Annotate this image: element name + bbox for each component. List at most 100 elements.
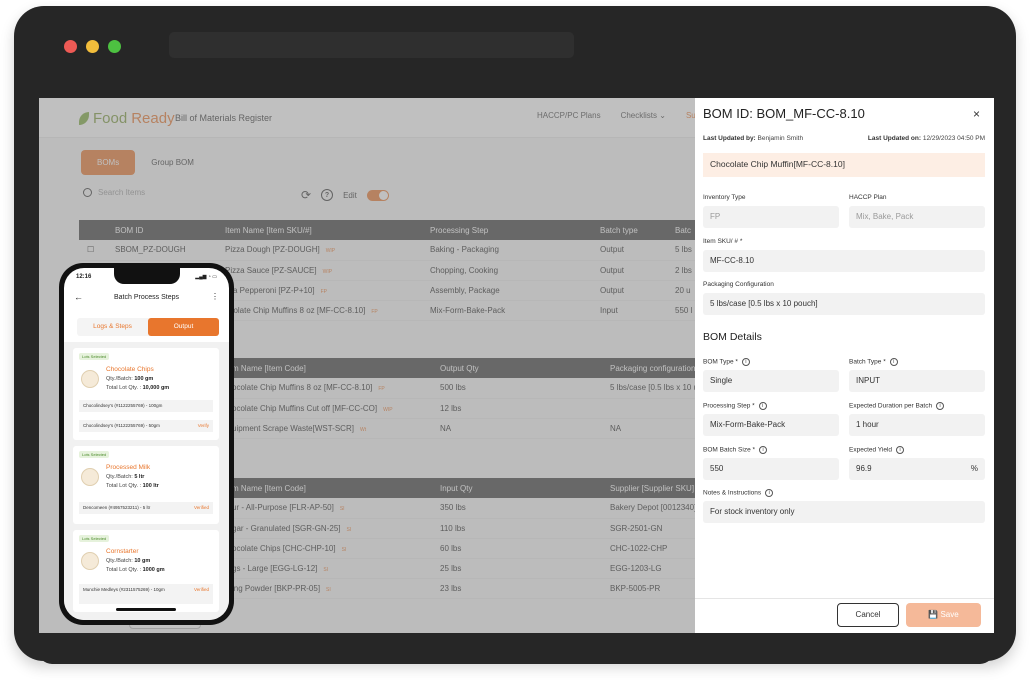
column-header[interactable]: Supplier [Supplier SKU] — [602, 478, 704, 498]
qty-value: 5 ltr — [134, 474, 144, 480]
column-header[interactable]: Batch type — [592, 220, 667, 240]
table-row[interactable]: gar - Granulated [SGR-GN-25]SI 110 lbs S… — [224, 518, 704, 538]
inventory-type-label: Inventory Type — [703, 194, 746, 201]
info-icon[interactable]: i — [742, 358, 750, 366]
packaging-field[interactable]: 5 lbs/case [0.5 lbs x 10 pouch] — [703, 293, 985, 315]
table-row[interactable]: ocolate Chip Muffins Cut off [MF-CC-CO]W… — [224, 398, 712, 418]
item-tag: SI — [340, 506, 345, 512]
back-arrow-icon[interactable]: ← — [74, 292, 83, 302]
expected-yield-field[interactable]: 96.9% — [849, 458, 985, 480]
qty-label: Qty./Batch: — [106, 474, 133, 480]
edit-toggle[interactable] — [367, 190, 389, 201]
more-icon[interactable]: ⋮ — [211, 292, 219, 301]
qty-value: 100 gm — [134, 376, 153, 382]
column-header[interactable]: m Name [Item Code] — [224, 358, 432, 378]
info-icon[interactable]: i — [759, 402, 767, 410]
column-header[interactable]: Input Qty — [432, 478, 602, 498]
info-icon[interactable]: i — [890, 358, 898, 366]
address-bar[interactable] — [169, 32, 574, 58]
total-value: 10,000 gm — [143, 385, 170, 391]
minimize-window-button[interactable] — [86, 40, 99, 53]
item-tag: FP — [371, 309, 377, 315]
lot-badge: Lots Selected — [79, 353, 109, 360]
item-tag: SI — [326, 587, 331, 593]
item-name: ocolate Chips [CHC-CHP-10] — [232, 544, 336, 553]
leaf-icon — [79, 112, 89, 125]
tab-output[interactable]: Output — [148, 318, 219, 336]
bowl-icon — [81, 370, 99, 388]
haccp-plan-field[interactable]: Mix, Bake, Pack — [849, 206, 985, 228]
save-button[interactable]: 💾 Save — [906, 603, 981, 627]
save-label: Save — [940, 610, 958, 619]
input-table: m Name [Item Code] Input Qty Supplier [S… — [224, 478, 704, 599]
item-sku-field[interactable]: MF-CC-8.10 — [703, 250, 985, 272]
table-row[interactable]: ocolate Chip Muffins 8 oz [MF-CC-8.10]FP… — [224, 378, 712, 398]
processing-step-field[interactable]: Mix-Form-Bake-Pack — [703, 414, 839, 436]
foodready-logo[interactable]: FoodReady — [79, 110, 175, 127]
column-header[interactable]: Item Name [Item SKU/#] — [217, 220, 422, 240]
search-input[interactable]: Search Items — [83, 188, 145, 197]
info-icon[interactable]: i — [936, 402, 944, 410]
item-name: ocolate Chip Muffins Cut off [MF-CC-CO] — [232, 404, 377, 413]
cell-supplier: SGR-2501-GN — [602, 518, 704, 538]
table-row[interactable]: ing Powder [BKP-PR-05]SI 23 lbs BKP-5005… — [224, 578, 704, 598]
info-icon[interactable]: i — [896, 446, 904, 454]
cell-step: Baking - Packaging — [422, 240, 592, 260]
cell-item: gar - Granulated [SGR-GN-25]SI — [224, 518, 432, 538]
table-row[interactable]: ur - All-Purpose [FLR-AP-50]SI 350 lbs B… — [224, 498, 704, 518]
table-row[interactable]: ☐ SBOM_PZ-DOUGH Pizza Dough [PZ-DOUGH]WI… — [79, 240, 707, 260]
tab-logs-steps[interactable]: Logs & Steps — [77, 318, 148, 336]
item-tag: SI — [342, 547, 347, 553]
column-header[interactable]: BOM ID — [107, 220, 217, 240]
refresh-icon[interactable]: ⟳ — [301, 188, 311, 202]
notes-label-text: Notes & Instructions — [703, 490, 761, 497]
tab-boms[interactable]: BOMs — [81, 150, 135, 175]
nav-haccp[interactable]: HACCP/PC Plans — [537, 111, 601, 120]
lot-card[interactable]: Lots Selected Chocolate Chips Qty./Batch… — [73, 348, 219, 440]
save-icon: 💾 — [928, 610, 940, 619]
maximize-window-button[interactable] — [108, 40, 121, 53]
duration-field[interactable]: 1 hour — [849, 414, 985, 436]
cell-item: ocolate Chip Muffins 8 oz [MF-CC-8.10]FP — [224, 378, 432, 398]
batch-size-field[interactable]: 550 — [703, 458, 839, 480]
batch-type-select[interactable]: INPUT — [849, 370, 985, 392]
close-icon[interactable]: × — [973, 107, 980, 121]
column-header[interactable]: Processing Step — [422, 220, 592, 240]
verified-status: Verified — [194, 587, 209, 592]
table-row[interactable]: uipment Scrape Waste[WST-SCR]Wt NA NA — [224, 418, 712, 438]
table-row[interactable]: gs - Large [EGG-LG-12]SI 25 lbs EGG-1203… — [224, 558, 704, 578]
cancel-button[interactable]: Cancel — [837, 603, 899, 627]
cell-type: Output — [592, 260, 667, 280]
table-row[interactable]: ocolate Chips [CHC-CHP-10]SI 60 lbs CHC-… — [224, 538, 704, 558]
bom-type-select[interactable]: Single — [703, 370, 839, 392]
lot-card[interactable]: Lots Selected Cornstarter Qty./Batch: 10… — [73, 530, 219, 612]
column-header[interactable]: Output Qty — [432, 358, 602, 378]
supplier-row[interactable]: Munchie Medleys (#2311575269) - 10gmVeri… — [79, 584, 213, 604]
help-icon[interactable]: ? — [321, 189, 333, 201]
inventory-type-field[interactable]: FP — [703, 206, 839, 228]
tab-group-bom[interactable]: Group BOM — [145, 150, 200, 175]
column-header[interactable]: m Name [Item Code] — [224, 478, 432, 498]
lot-card[interactable]: Lots Selected Processed Milk Qty./Batch:… — [73, 446, 219, 524]
verify-link[interactable]: Verify — [198, 423, 209, 428]
supplier-row[interactable]: Chocolindsey's (#1122255769) - 100gm — [79, 400, 213, 412]
close-window-button[interactable] — [64, 40, 77, 53]
duration-label-text: Expected Duration per Batch — [849, 403, 932, 410]
product-name: Processed Milk — [106, 464, 150, 471]
notes-field[interactable]: For stock inventory only — [703, 501, 985, 523]
nav-checklists[interactable]: Checklists ⌄ — [621, 111, 666, 120]
total-label: Total Lot Qty. : — [106, 567, 141, 573]
item-tag: Wt — [360, 427, 366, 433]
qty-line: Qty./Batch: 5 ltr — [106, 474, 144, 480]
total-line: Total Lot Qty. : 10,000 gm — [106, 385, 169, 391]
supplier-row[interactable]: Dencomeen (#4957523211) - 5 ltrVerified — [79, 502, 213, 514]
toolbar: ⟳ ? Edit — [301, 188, 389, 202]
supplier-row[interactable]: Chocolindsey's (#1122255769) - 50gmVerif… — [79, 420, 213, 432]
cell-bom-id: SBOM_PZ-DOUGH — [107, 240, 217, 260]
cell-type: Input — [592, 300, 667, 320]
bowl-icon — [81, 468, 99, 486]
total-label: Total Lot Qty. : — [106, 385, 141, 391]
info-icon[interactable]: i — [765, 489, 773, 497]
info-icon[interactable]: i — [759, 446, 767, 454]
row-checkbox[interactable]: ☐ — [79, 240, 107, 260]
